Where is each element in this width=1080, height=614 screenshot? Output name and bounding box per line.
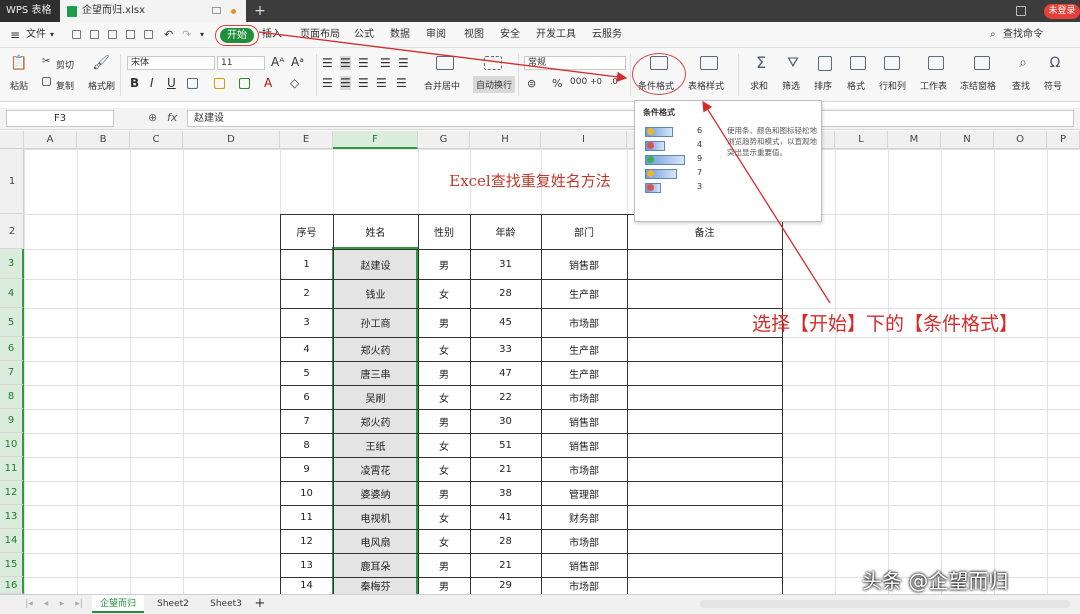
sheet-tab-sheet3[interactable]: Sheet3: [202, 595, 250, 613]
arrow-to-conditional-format: [258, 31, 628, 83]
sheet-tab-sheet2[interactable]: Sheet2: [148, 595, 198, 613]
arrow-from-annotation: [702, 100, 831, 304]
sheet-tab-bar: |◂ ◂ ▸ ▸| 企望而归 Sheet2 Sheet3 +: [0, 594, 1080, 614]
add-sheet-button[interactable]: +: [252, 595, 268, 613]
watermark: 头条 @企望而归: [862, 569, 1009, 593]
last-sheet-icon[interactable]: ▸|: [72, 595, 86, 613]
instruction-annotation: 选择【开始】下的【条件格式】: [752, 313, 1019, 335]
first-sheet-icon[interactable]: |◂: [22, 595, 36, 613]
prev-sheet-icon[interactable]: ◂: [40, 595, 52, 613]
sheet-tab-qiwang[interactable]: 企望而归: [92, 595, 144, 613]
next-sheet-icon[interactable]: ▸: [56, 595, 68, 613]
horizontal-scrollbar[interactable]: [700, 600, 1070, 608]
annotation-arrows: [258, 31, 831, 304]
